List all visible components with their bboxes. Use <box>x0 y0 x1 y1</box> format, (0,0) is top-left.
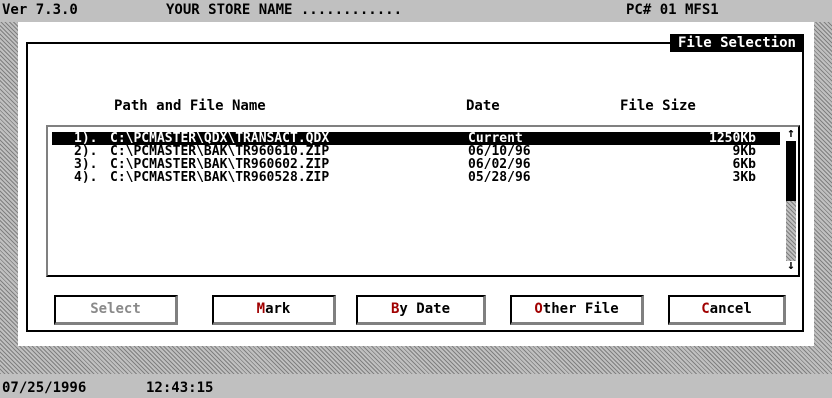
select-button[interactable]: Select <box>54 295 178 325</box>
mark-hotkey: M <box>256 301 266 317</box>
version-label: Ver 7.3.0 <box>2 2 78 18</box>
pc-id-label: PC# 01 MFS1 <box>626 2 719 18</box>
other-file-label: ther File <box>542 301 619 317</box>
header-date: Date <box>466 98 500 114</box>
scroll-down-icon[interactable]: ↓ <box>784 259 798 273</box>
file-num: 4). <box>74 170 98 185</box>
header-file-size: File Size <box>620 98 696 114</box>
dialog-title: File Selection <box>669 34 804 52</box>
status-date: 07/25/1996 <box>2 380 87 396</box>
list-scrollbar[interactable]: ↑ ↓ <box>784 127 798 275</box>
cancel-hotkey: C <box>701 301 710 317</box>
file-size: 3Kb <box>732 170 756 185</box>
header-path: Path and File Name <box>114 98 266 114</box>
store-name-label: YOUR STORE NAME ............ <box>166 2 403 18</box>
file-row[interactable]: 4). C:\PCMASTER\BAK\TR960528.ZIP 05/28/9… <box>52 171 780 184</box>
scroll-thumb[interactable] <box>786 141 796 201</box>
other-file-button[interactable]: Other File <box>510 295 644 325</box>
status-time: 12:43:15 <box>146 380 214 396</box>
file-selection-dialog: File Selection Path and File Name Date F… <box>18 22 814 346</box>
by-date-button[interactable]: By Date <box>356 295 486 325</box>
file-list[interactable]: 1). C:\PCMASTER\QDX\TRANSACT.QDX Current… <box>46 125 800 277</box>
file-date: 05/28/96 <box>468 170 531 185</box>
file-path: C:\PCMASTER\BAK\TR960528.ZIP <box>110 170 330 185</box>
top-status-bar: Ver 7.3.0 YOUR STORE NAME ............ P… <box>0 0 832 22</box>
cancel-label: ancel <box>709 301 752 317</box>
other-file-hotkey: O <box>534 301 543 317</box>
bottom-status-bar: 07/25/1996 12:43:15 <box>0 374 832 398</box>
scroll-up-icon[interactable]: ↑ <box>784 127 798 141</box>
cancel-button[interactable]: Cancel <box>668 295 786 325</box>
mark-button[interactable]: Mark <box>212 295 336 325</box>
mark-label: ark <box>265 301 291 317</box>
by-date-label: y Date <box>399 301 450 317</box>
